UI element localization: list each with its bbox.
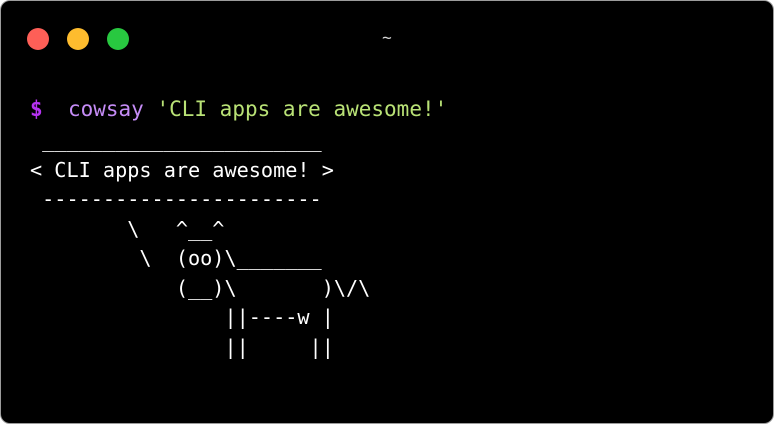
- prompt-symbol: $: [30, 97, 43, 121]
- output-line: -----------------------: [30, 187, 322, 211]
- output-line: \ ^__^: [30, 216, 225, 241]
- title-bar: ~: [1, 1, 773, 77]
- output-line: (__)\ )\/\: [30, 275, 371, 300]
- command-argument: 'CLI apps are awesome!': [156, 97, 448, 121]
- output-line: _______________________: [30, 128, 322, 152]
- window-title: ~: [382, 28, 392, 47]
- terminal-window: ~ $ cowsay 'CLI apps are awesome!' _____…: [0, 0, 774, 424]
- output-line: \ (oo)\_______: [30, 246, 322, 270]
- output-line: || ||: [30, 334, 334, 359]
- command-output: _______________________ < CLI apps are a…: [30, 126, 370, 362]
- output-line: ||----w |: [30, 305, 334, 329]
- output-line: < CLI apps are awesome! >: [30, 157, 334, 182]
- command-line[interactable]: $ cowsay 'CLI apps are awesome!': [30, 95, 447, 123]
- command-name: cowsay: [67, 97, 144, 121]
